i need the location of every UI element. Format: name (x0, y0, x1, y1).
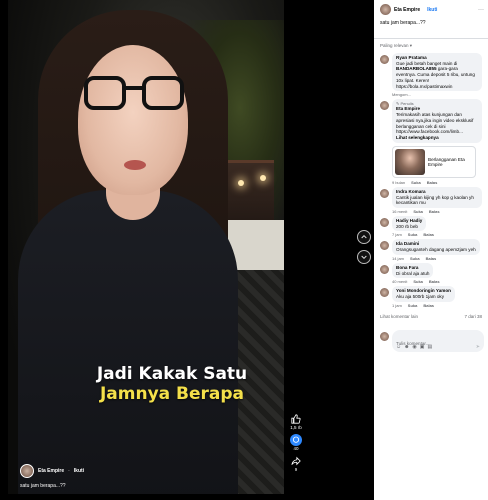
comment: ✎ Penulis Eta Empire Terimakasih atas ku… (374, 97, 488, 178)
background-light (238, 180, 244, 186)
comment-count: 40 (293, 446, 299, 451)
comment-bubble: Ryan Pratama Gue jadi betah banget main … (392, 53, 482, 92)
image-icon[interactable]: ▤ (427, 344, 432, 350)
chevron-up-icon (361, 234, 367, 239)
comment: Ida Damini Orangsuganteh dagang apem2jam… (374, 237, 488, 255)
comment-count-label: 7 dari 38 (464, 313, 482, 319)
person-face (78, 45, 188, 195)
avatar (380, 332, 389, 341)
comment-bubble: Hadiy Hadiy 200 rb beb (392, 216, 427, 232)
write-comment-area: Tulis komentar... ☺ ☻ ◉ ▣ ▤ ➤ (380, 330, 484, 354)
video-description: satu jam berapa...?? (20, 483, 66, 489)
like-count: 1,5 rb (290, 425, 302, 430)
like-link[interactable]: Suka (408, 303, 418, 308)
video-player[interactable]: Jadi Kakak Satu Jamnya Berapa Eta Empire… (8, 0, 284, 494)
comment-action[interactable]: 40 (290, 434, 302, 451)
comment: Yoni Mondoringin Yamon Aku aja 500rb 1ja… (374, 284, 488, 302)
person-shirt (18, 190, 238, 494)
comment-bubble: ✎ Penulis Eta Empire Terimakasih atas ku… (392, 99, 482, 143)
chevron-down-icon: ▾ (409, 43, 413, 48)
comment-icon[interactable] (290, 434, 302, 446)
avatar[interactable] (380, 55, 389, 64)
comment: Bona Fara Di obral aja atuh (374, 261, 488, 279)
reply-link[interactable]: Balas (423, 303, 434, 308)
share-count: 9 (294, 467, 298, 472)
background-light (260, 175, 266, 181)
comment-input[interactable]: Tulis komentar... ☺ ☻ ◉ ▣ ▤ ➤ (392, 330, 484, 352)
comment-input-tools: ☺ ☻ ◉ ▣ ▤ (396, 344, 432, 350)
comment: Hadiy Hadiy 200 rb beb (374, 214, 488, 232)
comment: Indra Komara Cantik jualan kijing yh kop… (374, 185, 488, 209)
sticker-icon[interactable]: ☺ (396, 344, 401, 350)
comment-bubble: Bona Fara Di obral aja atuh (392, 262, 434, 279)
avatar[interactable] (380, 218, 389, 228)
video-author-name[interactable]: Eta Empire (38, 468, 64, 474)
comment: Ryan Pratama Gue jadi betah banget main … (374, 51, 488, 92)
comment-bubble: Yoni Mondoringin Yamon Aku aja 500rb 1ja… (392, 286, 455, 302)
card-text: Berlangganan Eta Empire (428, 156, 465, 167)
post-author-name[interactable]: Eta Empire (394, 7, 420, 13)
post-header: Eta Empire Ikuti ··· (374, 0, 488, 16)
post-text: satu jam berapa...?? (380, 20, 426, 26)
video-stage: Jadi Kakak Satu Jamnya Berapa Eta Empire… (0, 0, 374, 500)
follow-button[interactable]: Ikuti (427, 7, 437, 13)
avatar[interactable] (380, 241, 389, 251)
gif-icon[interactable]: ▣ (420, 344, 425, 350)
subscribe-card[interactable]: Berlangganan Eta Empire (392, 145, 476, 178)
view-more-comments-link[interactable]: Lihat komentar lain (380, 314, 418, 319)
see-more-link[interactable]: Lihat selengkapnya (396, 135, 478, 141)
sort-dropdown[interactable]: Paling relevan ▾ (374, 39, 488, 51)
avatar[interactable] (380, 188, 389, 198)
emoji-icon[interactable]: ☻ (404, 344, 409, 350)
avatar[interactable] (380, 101, 389, 111)
avatar[interactable] (380, 288, 389, 298)
share-action[interactable]: 9 (290, 455, 302, 472)
video-navigation (357, 230, 371, 264)
card-thumbnail (395, 148, 425, 175)
send-icon[interactable]: ➤ (476, 344, 480, 350)
avatar[interactable] (20, 464, 34, 478)
share-icon[interactable] (290, 455, 302, 467)
video-author-bar: Eta Empire · Ikuti (20, 464, 84, 478)
previous-video-button[interactable] (357, 230, 371, 244)
avatar[interactable] (380, 264, 389, 274)
thumbs-up-icon[interactable] (290, 413, 302, 425)
comment-bubble: Indra Komara Cantik jualan kijing yh kop… (392, 186, 482, 209)
more-options-icon[interactable]: ··· (478, 7, 484, 13)
video-viewer: Jadi Kakak Satu Jamnya Berapa Eta Empire… (0, 0, 488, 500)
video-caption-line2: Jamnya Berapa (99, 384, 245, 404)
separator-dot: · (68, 468, 70, 474)
comments-panel: Eta Empire Ikuti ··· satu jam berapa...?… (374, 0, 488, 500)
comment-bubble: Ida Damini Orangsuganteh dagang apem2jam… (392, 239, 480, 255)
person-glasses (84, 76, 184, 112)
follow-button[interactable]: Ikuti (74, 468, 84, 474)
camera-icon[interactable]: ◉ (412, 344, 416, 350)
next-video-button[interactable] (357, 250, 371, 264)
person-lips (124, 160, 146, 170)
video-actions: 1,5 rb 40 9 (288, 413, 304, 472)
comments-footer: Lihat komentar lain 7 dari 38 (374, 308, 488, 319)
like-action[interactable]: 1,5 rb (290, 413, 302, 430)
avatar[interactable] (380, 4, 391, 15)
video-caption-line1: Jadi Kakak Satu (96, 364, 248, 384)
chevron-down-icon (361, 255, 367, 260)
